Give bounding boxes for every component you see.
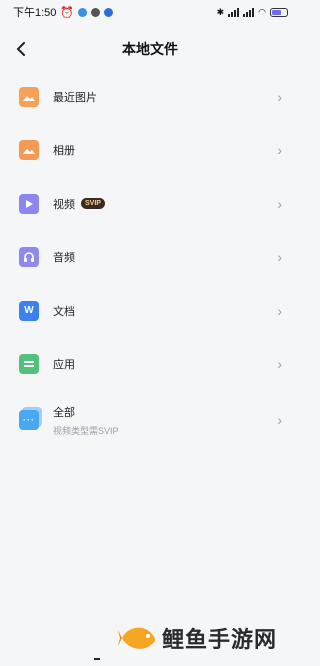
chevron-right-icon: › [277, 302, 282, 319]
all-files-icon: ··· [19, 410, 39, 430]
header: 本地文件 [0, 32, 300, 66]
app-notification-icon [91, 7, 101, 17]
list-item-all[interactable]: ··· 全部 视频类型需SVIP › [0, 391, 300, 449]
signal-icon [228, 7, 240, 17]
list-item-label: 相册 [53, 145, 75, 158]
bluetooth-icon: ✱ [216, 6, 225, 17]
list-item-label: 音频 [53, 252, 75, 265]
page-title: 本地文件 [122, 41, 178, 57]
status-bar: 下午1:50 ⏰ ✱ ◠ [0, 0, 300, 24]
battery-icon [270, 7, 288, 17]
list-item-documents[interactable]: W 文档 › [0, 284, 300, 338]
fish-logo-icon [118, 627, 155, 649]
watermark: 鲤鱼手游网 [118, 620, 277, 656]
wifi-icon: ◠ [258, 6, 266, 17]
alarm-icon: ⏰ [60, 6, 75, 19]
chevron-right-icon: › [277, 142, 282, 159]
chevron-right-icon: › [277, 356, 282, 373]
list-item-label: 视频 [53, 198, 75, 211]
album-icon [19, 140, 39, 161]
list-item-sublabel: 视频类型需SVIP [53, 425, 119, 436]
watermark-text: 鲤鱼手游网 [162, 627, 278, 652]
list-item-label: 应用 [53, 359, 75, 372]
signal-icon [243, 7, 255, 17]
video-play-icon [19, 193, 39, 214]
file-category-list: 最近图片 › 相册 › 视频 SVIP › 音频 › W 文档 › 应用 › ·… [0, 70, 300, 449]
home-indicator [94, 658, 100, 660]
list-item-audio[interactable]: 音频 › [0, 231, 300, 285]
list-item-label: 最近图片 [53, 91, 97, 104]
word-doc-glyph: W [24, 305, 34, 317]
svip-badge: SVIP [81, 198, 105, 210]
status-time: 下午1:50 [13, 7, 57, 19]
chevron-right-icon: › [277, 249, 282, 266]
list-item-label: 全部 [53, 406, 75, 419]
app-notification-icon [78, 7, 88, 17]
chevron-left-icon [16, 42, 25, 56]
app-notification-icon [104, 7, 114, 17]
list-item-video[interactable]: 视频 SVIP › [0, 177, 300, 231]
list-item-recent-images[interactable]: 最近图片 › [0, 70, 300, 124]
word-doc-icon: W [19, 300, 39, 321]
back-button[interactable] [10, 37, 32, 61]
list-item-apps[interactable]: 应用 › [0, 338, 300, 392]
chevron-right-icon: › [277, 412, 282, 428]
list-item-album[interactable]: 相册 › [0, 124, 300, 178]
chevron-right-icon: › [277, 195, 282, 212]
list-item-label: 文档 [53, 305, 75, 318]
image-icon [19, 86, 39, 107]
chevron-right-icon: › [277, 88, 282, 105]
app-package-icon [19, 354, 39, 375]
headphones-icon [19, 247, 39, 268]
